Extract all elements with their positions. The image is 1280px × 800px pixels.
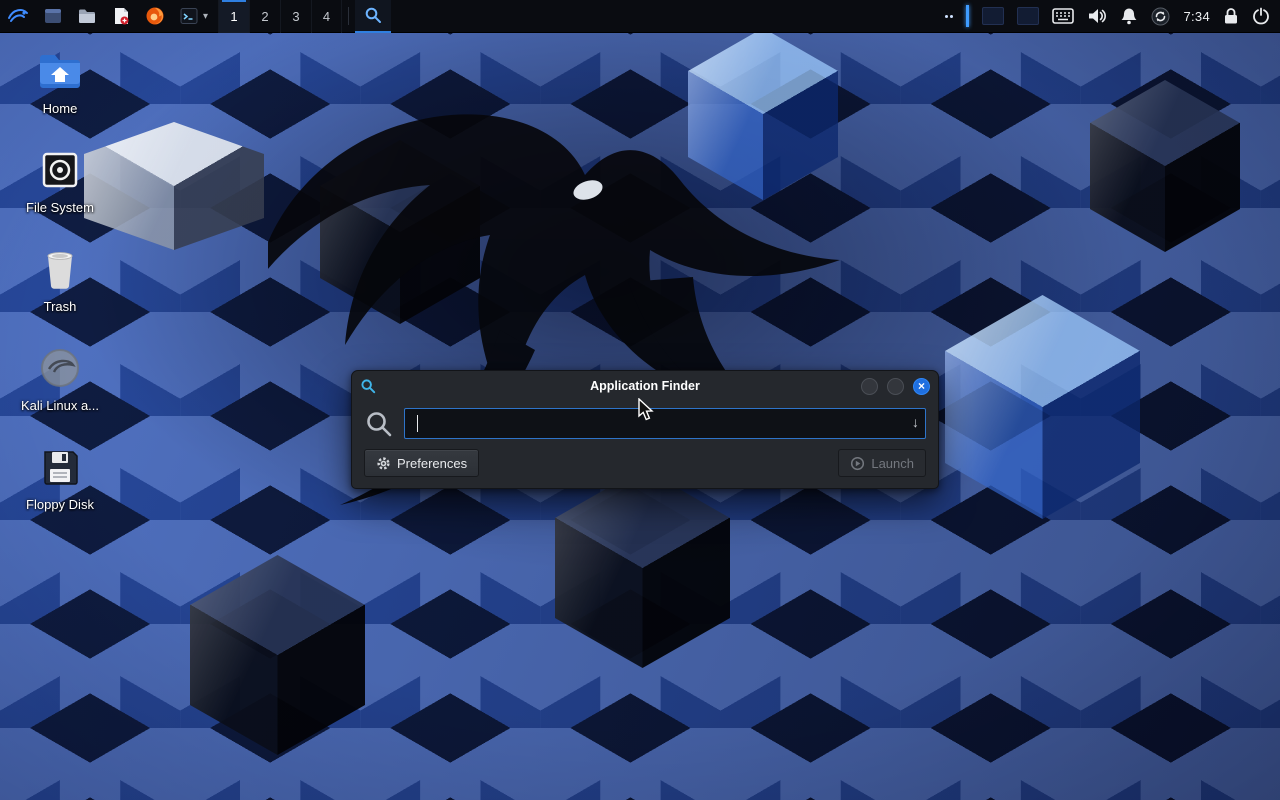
document-icon xyxy=(111,6,131,26)
maximize-button[interactable] xyxy=(887,378,904,395)
lock-icon[interactable] xyxy=(1223,7,1239,25)
folder-icon xyxy=(77,6,97,26)
desktop-icon-column: Home File System Trash Kali Linux a... xyxy=(8,46,112,541)
kali-docs-icon xyxy=(39,347,81,389)
workspace-2-label: 2 xyxy=(261,9,268,24)
trash-icon xyxy=(40,248,80,290)
chevron-down-icon[interactable]: ▾ xyxy=(203,11,208,22)
text-editor-launcher[interactable] xyxy=(104,0,138,33)
preferences-button[interactable]: Preferences xyxy=(364,449,479,477)
workspace-4[interactable]: 4 xyxy=(311,0,342,33)
workspace-1-label: 1 xyxy=(230,9,237,24)
workspace-switcher: 1 2 3 4 xyxy=(218,0,342,33)
indicator-dots xyxy=(945,15,953,18)
kali-menu-icon xyxy=(7,5,29,27)
gear-icon xyxy=(376,456,391,471)
desktop-icon-file-system[interactable]: File System xyxy=(8,145,112,215)
power-icon[interactable] xyxy=(1252,7,1270,25)
window-controls: × xyxy=(861,378,930,395)
terminal-launcher[interactable] xyxy=(172,0,201,33)
search-icon xyxy=(364,409,394,439)
close-icon: × xyxy=(918,380,925,392)
desktop-icon-label: Trash xyxy=(8,299,112,314)
firefox-launcher[interactable] xyxy=(138,0,172,33)
floppy-disk-icon xyxy=(40,447,80,487)
desktop-icon-label: Kali Linux a... xyxy=(8,398,112,413)
text-caret xyxy=(417,415,418,432)
search-input[interactable] xyxy=(404,408,926,439)
titlebar[interactable]: Application Finder × xyxy=(352,371,938,401)
file-manager-icon xyxy=(43,6,63,26)
workspace-4-label: 4 xyxy=(323,9,330,24)
workspace-3[interactable]: 3 xyxy=(280,0,311,33)
window-title: Application Finder xyxy=(352,379,938,393)
launch-button[interactable]: Launch xyxy=(838,449,926,477)
workspace-3-label: 3 xyxy=(292,9,299,24)
desktop-icon-home[interactable]: Home xyxy=(8,46,112,116)
button-row-spacer xyxy=(479,449,838,477)
workspace-2[interactable]: 2 xyxy=(249,0,280,33)
folder-launcher[interactable] xyxy=(70,0,104,33)
volume-icon[interactable] xyxy=(1087,7,1107,25)
notifications-bell-icon[interactable] xyxy=(1120,7,1138,25)
tray-window-icon[interactable] xyxy=(1017,7,1039,25)
terminal-icon xyxy=(179,6,199,26)
cpu-graph-icon[interactable] xyxy=(966,5,969,27)
panel-separator xyxy=(348,7,349,25)
mouse-cursor xyxy=(637,398,657,422)
desktop-icon-kali-docs[interactable]: Kali Linux a... xyxy=(8,343,112,413)
launch-label: Launch xyxy=(871,456,914,471)
desktop-icon-label: File System xyxy=(8,200,112,215)
desktop-icon-trash[interactable]: Trash xyxy=(8,244,112,314)
launch-icon xyxy=(850,456,865,471)
panel-right-area: 7:34 xyxy=(945,0,1280,33)
desktop-icon-floppy-disk[interactable]: Floppy Disk xyxy=(8,442,112,512)
applications-menu-button[interactable] xyxy=(0,0,36,33)
workspace-1[interactable]: 1 xyxy=(218,0,249,33)
desktop-icon-label: Home xyxy=(8,101,112,116)
application-finder-window: Application Finder × ↓ Prefer xyxy=(351,370,939,489)
minimize-button[interactable] xyxy=(861,378,878,395)
firefox-icon xyxy=(145,6,165,26)
updates-icon[interactable] xyxy=(1151,7,1170,26)
taskbar-application-finder-button[interactable] xyxy=(355,0,391,33)
keyboard-icon[interactable] xyxy=(1052,8,1074,24)
tray-window-icon[interactable] xyxy=(982,7,1004,25)
dropdown-arrow-icon[interactable]: ↓ xyxy=(912,414,919,430)
window-title-icon xyxy=(360,378,376,394)
home-icon xyxy=(37,51,83,91)
file-system-icon xyxy=(40,150,80,190)
top-panel: ▾ 1 2 3 4 7:3 xyxy=(0,0,1280,33)
file-manager-launcher[interactable] xyxy=(36,0,70,33)
app-finder-icon xyxy=(364,6,382,24)
preferences-label: Preferences xyxy=(397,456,467,471)
close-button[interactable]: × xyxy=(913,378,930,395)
clock[interactable]: 7:34 xyxy=(1183,9,1210,24)
desktop-icon-label: Floppy Disk xyxy=(8,497,112,512)
search-entry: ↓ xyxy=(404,408,926,439)
